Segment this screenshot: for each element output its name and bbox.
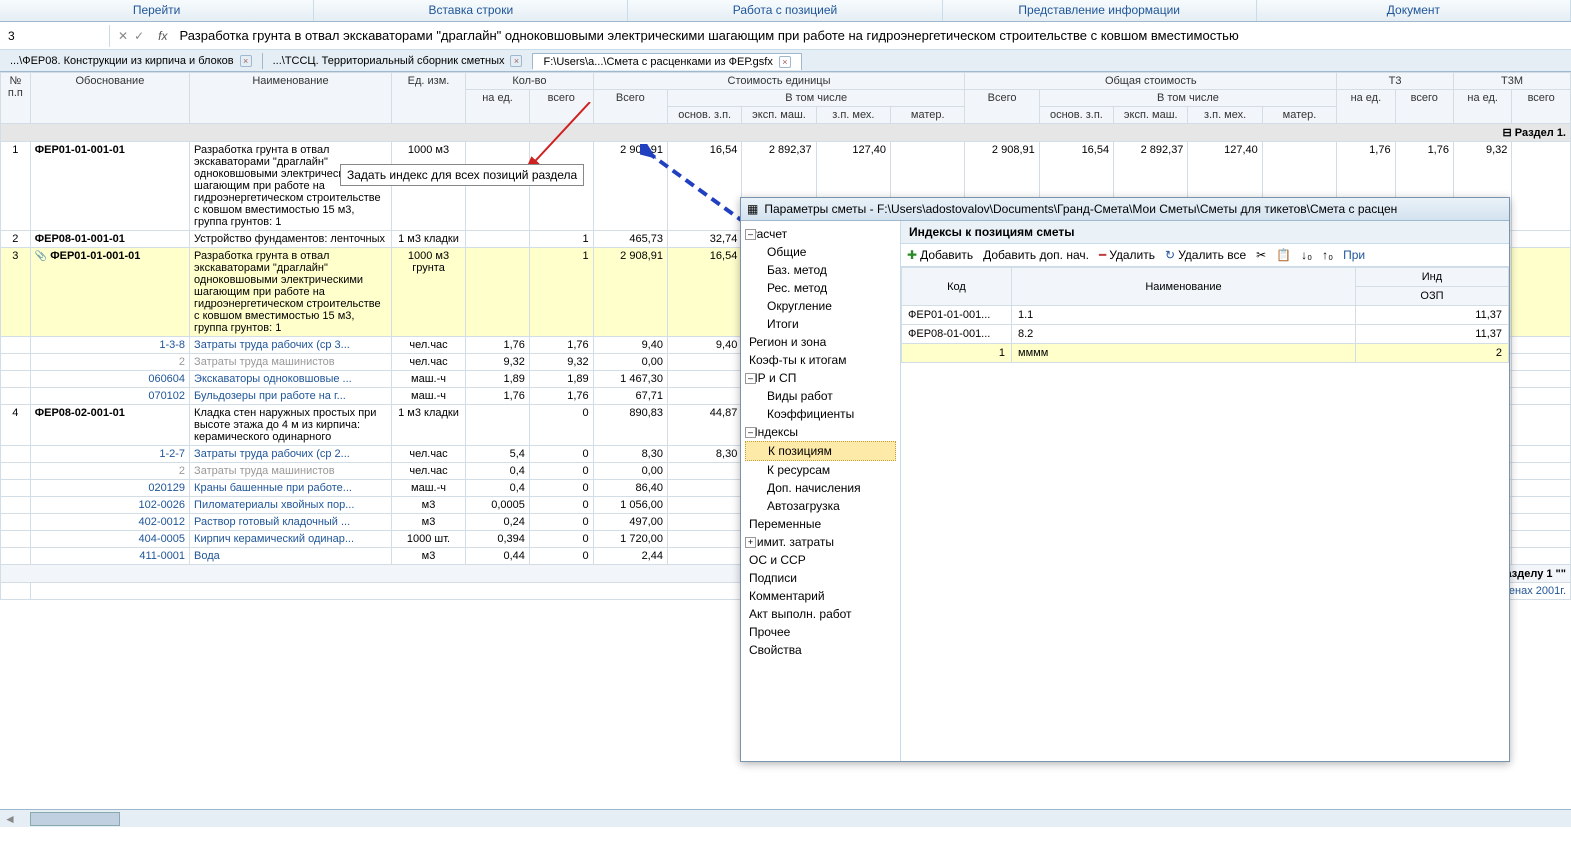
tree-node[interactable]: Переменные xyxy=(745,515,896,533)
col-total-cost[interactable]: Общая стоимость xyxy=(965,73,1337,90)
col-num[interactable]: № п.п xyxy=(1,73,31,124)
col-unit-cost[interactable]: Стоимость единицы xyxy=(593,73,965,90)
index-row[interactable]: ФЕР01-01-001...1.111,37 xyxy=(902,306,1509,325)
tree-node[interactable]: Виды работ xyxy=(745,387,896,405)
tree-node[interactable]: Округление xyxy=(745,297,896,315)
sort-asc-icon[interactable]: ↓₀ xyxy=(1301,248,1312,262)
close-icon[interactable]: × xyxy=(510,55,522,67)
expand-icon[interactable]: + xyxy=(745,537,756,548)
tool-icon-1[interactable]: ✂ xyxy=(1256,248,1266,262)
minus-icon: ━ xyxy=(1099,248,1106,262)
tab-tssc[interactable]: ...\ТССЦ. Территориальный сборник сметны… xyxy=(263,53,534,69)
index-row[interactable]: 1мммм2 xyxy=(902,344,1509,363)
params-dialog[interactable]: ▦ Параметры сметы - F:\Users\adostovalov… xyxy=(740,197,1510,762)
col-name[interactable]: Наименование xyxy=(190,73,392,124)
menu-info[interactable]: Представление информации xyxy=(943,0,1257,21)
tree-node[interactable]: Коэффициенты xyxy=(745,405,896,423)
params-section-header: Индексы к позициям сметы xyxy=(901,221,1509,244)
tree-node[interactable]: –Расчет xyxy=(745,225,896,243)
tree-node[interactable]: Комментарий xyxy=(745,587,896,605)
refresh-icon: ↻ xyxy=(1165,248,1175,262)
tree-node[interactable]: ОС и ССР xyxy=(745,551,896,569)
tool-icon-2[interactable]: 📋 xyxy=(1276,248,1291,262)
close-icon[interactable]: × xyxy=(240,55,252,67)
add-button[interactable]: ✚Добавить xyxy=(907,248,973,262)
spreadsheet-area: № п.п Обоснование Наименование Ед. изм. … xyxy=(0,72,1571,827)
tree-node[interactable]: Рес. метод xyxy=(745,279,896,297)
tree-node[interactable]: +Лимит. затраты xyxy=(745,533,896,551)
scroll-left-icon[interactable]: ◄ xyxy=(0,812,20,826)
params-toolbar: ✚Добавить Добавить доп. нач. ━Удалить ↻У… xyxy=(901,244,1509,267)
tree-node[interactable]: Автозагрузка xyxy=(745,497,896,515)
tree-node[interactable]: Коэф-ты к итогам xyxy=(745,351,896,369)
tree-node[interactable]: Регион и зона xyxy=(745,333,896,351)
col-t3[interactable]: Т3 xyxy=(1337,73,1454,90)
main-menu: Перейти Вставка строки Работа с позицией… xyxy=(0,0,1571,22)
tree-node[interactable]: К ресурсам xyxy=(745,461,896,479)
tree-node[interactable]: Баз. метод xyxy=(745,261,896,279)
app-icon: ▦ xyxy=(747,202,758,216)
formula-bar: 3 ✕ ✓ fx xyxy=(0,22,1571,50)
close-icon[interactable]: × xyxy=(779,56,791,68)
indexes-table[interactable]: Код Наименование Инд ОЗП ФЕР01-01-001...… xyxy=(901,267,1509,363)
delete-button[interactable]: ━Удалить xyxy=(1099,248,1155,262)
dialog-titlebar[interactable]: ▦ Параметры сметы - F:\Users\adostovalov… xyxy=(741,198,1509,221)
col-qty[interactable]: Кол-во xyxy=(466,73,593,90)
tree-node[interactable]: Прочее xyxy=(745,623,896,641)
tree-node[interactable]: Итоги xyxy=(745,315,896,333)
menu-goto[interactable]: Перейти xyxy=(0,0,314,21)
tree-node[interactable]: –Индексы xyxy=(745,423,896,441)
col-ind[interactable]: Инд xyxy=(1355,268,1508,287)
add-ext-button[interactable]: Добавить доп. нач. xyxy=(983,248,1089,262)
col-code[interactable]: Код xyxy=(902,268,1012,306)
col-unit[interactable]: Ед. изм. xyxy=(391,73,465,124)
tree-node[interactable]: Общие xyxy=(745,243,896,261)
name-box[interactable]: 3 xyxy=(0,25,110,47)
tree-node[interactable]: Подписи xyxy=(745,569,896,587)
tooltip: Задать индекс для всех позиций раздела xyxy=(340,164,584,186)
col-name[interactable]: Наименование xyxy=(1012,268,1356,306)
confirm-icon[interactable]: ✓ xyxy=(134,29,144,43)
tab-smeta[interactable]: F:\Users\a...\Смета с расценками из ФЕР.… xyxy=(533,53,801,70)
col-basis[interactable]: Обоснование xyxy=(30,73,189,124)
col-t3m[interactable]: Т3М xyxy=(1453,73,1570,90)
tree-node[interactable]: Акт выполн. работ xyxy=(745,605,896,623)
tree-node[interactable]: Доп. начисления xyxy=(745,479,896,497)
formula-input[interactable] xyxy=(173,24,1571,47)
tab-fer08[interactable]: ...\ФЕР08. Конструкции из кирпича и блок… xyxy=(0,53,263,69)
expand-icon[interactable]: – xyxy=(745,427,756,438)
apply-button[interactable]: При xyxy=(1343,248,1365,262)
cancel-icon[interactable]: ✕ xyxy=(118,29,128,43)
params-tree[interactable]: –РасчетОбщиеБаз. методРес. методОкруглен… xyxy=(741,221,901,761)
tree-node[interactable]: –НР и СП xyxy=(745,369,896,387)
expand-icon[interactable]: – xyxy=(745,229,756,240)
horizontal-scrollbar[interactable]: ◄ xyxy=(0,809,1571,827)
tree-node[interactable]: Свойства xyxy=(745,641,896,659)
sort-desc-icon[interactable]: ↑₀ xyxy=(1322,248,1333,262)
index-row[interactable]: ФЕР08-01-001...8.211,37 xyxy=(902,325,1509,344)
fx-icon[interactable]: fx xyxy=(152,29,173,43)
expand-icon[interactable]: – xyxy=(745,373,756,384)
tree-node[interactable]: К позициям xyxy=(745,441,896,461)
delete-all-button[interactable]: ↻Удалить все xyxy=(1165,248,1246,262)
plus-icon: ✚ xyxy=(907,248,917,262)
attachment-icon: 📎 xyxy=(35,251,47,262)
menu-insert-row[interactable]: Вставка строки xyxy=(314,0,628,21)
document-tabs: ...\ФЕР08. Конструкции из кирпича и блок… xyxy=(0,50,1571,72)
scroll-thumb[interactable] xyxy=(30,812,120,826)
menu-position[interactable]: Работа с позицией xyxy=(628,0,942,21)
col-ozp[interactable]: ОЗП xyxy=(1355,287,1508,306)
dialog-title: Параметры сметы - F:\Users\adostovalov\D… xyxy=(764,202,1397,216)
section-header[interactable]: ⊟ Раздел 1. xyxy=(1,124,1571,142)
menu-document[interactable]: Документ xyxy=(1257,0,1571,21)
